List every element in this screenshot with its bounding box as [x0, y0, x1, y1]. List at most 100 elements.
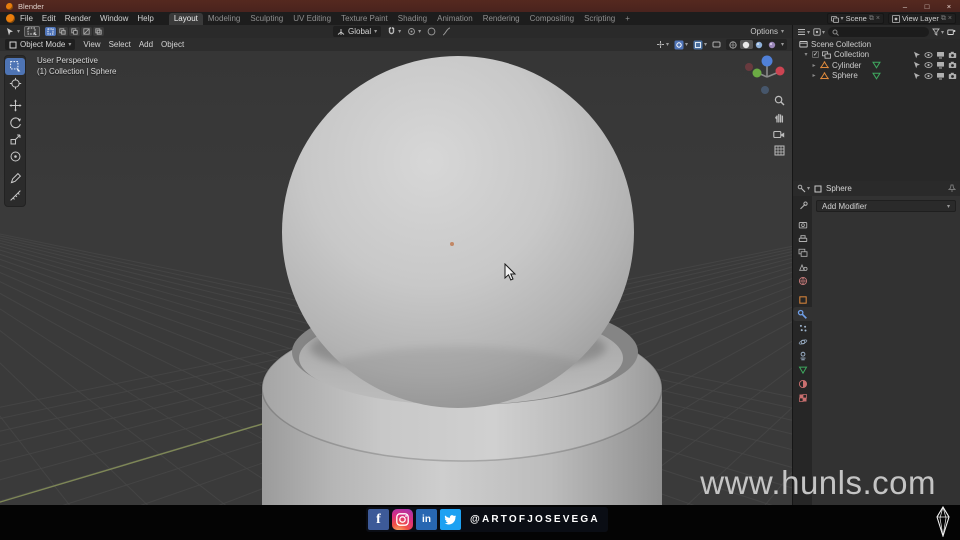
- transform-tool[interactable]: [5, 148, 25, 165]
- selectable-icon[interactable]: [913, 72, 921, 80]
- select-mode-intersect-button[interactable]: [93, 27, 105, 36]
- shading-material-button[interactable]: [753, 40, 766, 49]
- outliner-filter-dropdown[interactable]: ▾: [813, 28, 825, 36]
- tab-world[interactable]: [793, 274, 812, 288]
- disable-render-icon[interactable]: [948, 51, 957, 59]
- tab-particles[interactable]: [793, 321, 812, 335]
- tab-render[interactable]: [793, 218, 812, 232]
- shading-rendered-button[interactable]: [766, 40, 779, 49]
- cursor-tool[interactable]: [5, 75, 25, 92]
- snap-target-dropdown[interactable]: ▾: [407, 27, 421, 36]
- overlays-dropdown[interactable]: ▾: [674, 40, 688, 50]
- proportional-editing-toggle[interactable]: [427, 27, 436, 36]
- tool-dropdown[interactable]: ▾: [5, 27, 20, 37]
- tab-physics[interactable]: [793, 335, 812, 349]
- move-tool[interactable]: [5, 97, 25, 114]
- select-mode-subtract-button[interactable]: [69, 27, 81, 36]
- tab-tool[interactable]: [793, 199, 812, 213]
- tab-scene[interactable]: [793, 260, 812, 274]
- menu-select[interactable]: Select: [109, 40, 131, 49]
- pin-icon[interactable]: [948, 184, 956, 193]
- annotate-tool[interactable]: [5, 170, 25, 187]
- hide-eye-icon[interactable]: [924, 72, 933, 80]
- tab-modifiers[interactable]: [793, 307, 812, 321]
- outliner-row-sphere[interactable]: ▸ Sphere: [793, 71, 960, 82]
- tab-shading[interactable]: Shading: [393, 13, 432, 25]
- outliner-search-input[interactable]: [828, 27, 929, 37]
- view-layer-selector[interactable]: View Layer ⧉ ×: [887, 13, 956, 24]
- tab-sculpting[interactable]: Sculpting: [245, 13, 288, 25]
- disable-viewport-icon[interactable]: [936, 61, 945, 69]
- box-select-tool-button[interactable]: [24, 26, 41, 37]
- select-mode-invert-button[interactable]: [81, 27, 93, 36]
- menu-add[interactable]: Add: [139, 40, 153, 49]
- transform-orientation-dropdown[interactable]: Global ▾: [333, 26, 382, 37]
- pan-hand-icon[interactable]: [774, 112, 785, 123]
- gizmo-z-neg[interactable]: [761, 86, 769, 94]
- remove-view-layer-button[interactable]: ×: [948, 15, 952, 22]
- menu-render[interactable]: Render: [65, 14, 91, 23]
- selectable-icon[interactable]: [913, 61, 921, 69]
- new-view-layer-icon[interactable]: ⧉: [941, 15, 946, 23]
- xray-shading-dropdown[interactable]: ▾: [693, 40, 707, 50]
- hide-eye-icon[interactable]: [924, 61, 933, 69]
- disable-render-icon[interactable]: [948, 72, 957, 80]
- shading-solid-button[interactable]: [739, 40, 753, 49]
- select-mode-set-button[interactable]: [45, 27, 57, 36]
- properties-editor-dropdown[interactable]: ▾: [797, 184, 810, 193]
- outliner-row-scene-collection[interactable]: Scene Collection: [793, 39, 960, 50]
- tab-compositing[interactable]: Compositing: [525, 13, 579, 25]
- tab-texture[interactable]: [793, 391, 812, 405]
- tab-layout[interactable]: Layout: [168, 13, 203, 25]
- disable-viewport-icon[interactable]: [936, 51, 945, 59]
- menu-help[interactable]: Help: [137, 14, 153, 23]
- collection-checkbox[interactable]: ✓: [812, 51, 819, 59]
- disable-render-icon[interactable]: [948, 61, 957, 69]
- toggle-xray-button[interactable]: [712, 40, 721, 49]
- tab-scripting[interactable]: Scripting: [579, 13, 620, 25]
- hide-eye-icon[interactable]: [924, 51, 933, 59]
- menu-view[interactable]: View: [83, 40, 100, 49]
- scene-selector[interactable]: ▾ Scene ⧉ ×: [826, 13, 884, 24]
- tab-animation[interactable]: Animation: [432, 13, 478, 25]
- outliner-row-collection[interactable]: ▾ ✓ Collection: [793, 50, 960, 61]
- zoom-icon[interactable]: [774, 95, 785, 106]
- maximize-button[interactable]: □: [916, 0, 938, 12]
- gizmo-x-neg[interactable]: [745, 63, 753, 71]
- tab-constraints[interactable]: [793, 349, 812, 363]
- add-modifier-button[interactable]: Add Modifier ▾: [816, 200, 956, 212]
- menu-edit[interactable]: Edit: [42, 14, 56, 23]
- tab-output[interactable]: [793, 232, 812, 246]
- tab-texture-paint[interactable]: Texture Paint: [336, 13, 393, 25]
- outliner-filter-funnel-dropdown[interactable]: ▾: [932, 28, 944, 36]
- mode-dropdown[interactable]: Object Mode ▾: [5, 39, 76, 50]
- menu-window[interactable]: Window: [100, 14, 128, 23]
- menu-object[interactable]: Object: [161, 40, 184, 49]
- new-scene-icon[interactable]: ⧉: [869, 15, 874, 23]
- close-button[interactable]: ×: [938, 0, 960, 12]
- select-box-tool[interactable]: [5, 58, 25, 75]
- navigation-gizmo[interactable]: [741, 52, 792, 98]
- scale-tool[interactable]: [5, 131, 25, 148]
- snap-toggle[interactable]: ▾: [387, 27, 401, 36]
- 3d-scene[interactable]: [0, 51, 792, 505]
- new-collection-button[interactable]: [947, 28, 956, 37]
- tab-material[interactable]: [793, 377, 812, 391]
- select-mode-extend-button[interactable]: [57, 27, 69, 36]
- tab-object-data[interactable]: [793, 363, 812, 377]
- outliner-row-cylinder[interactable]: ▸ Cylinder: [793, 60, 960, 71]
- tool-options-dropdown[interactable]: Options ▾: [750, 27, 784, 36]
- show-gizmos-dropdown[interactable]: ▾: [656, 40, 669, 49]
- proportional-falloff-icon[interactable]: [442, 27, 451, 36]
- disable-viewport-icon[interactable]: [936, 72, 945, 80]
- gizmo-y-axis[interactable]: [752, 68, 762, 78]
- selectable-icon[interactable]: [913, 51, 921, 59]
- rotate-tool[interactable]: [5, 114, 25, 131]
- tab-modeling[interactable]: Modeling: [203, 13, 245, 25]
- camera-view-icon[interactable]: [773, 129, 785, 139]
- outliner-display-mode-dropdown[interactable]: ▾: [797, 28, 810, 36]
- blender-menu-icon[interactable]: [6, 14, 15, 23]
- unlink-scene-button[interactable]: ×: [876, 15, 880, 22]
- menu-file[interactable]: File: [20, 14, 33, 23]
- 3d-viewport[interactable]: User Perspective (1) Collection | Sphere: [0, 51, 792, 505]
